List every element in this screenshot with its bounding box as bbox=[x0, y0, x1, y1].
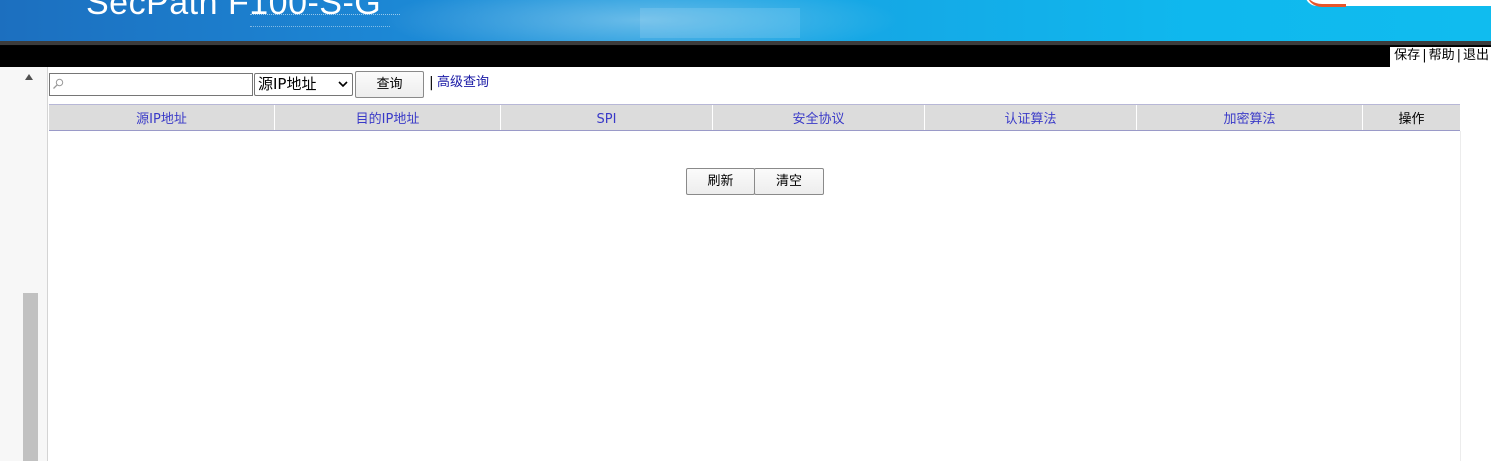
refresh-button[interactable]: 刷新 bbox=[686, 168, 755, 195]
clear-button[interactable]: 清空 bbox=[754, 168, 824, 195]
column-header-encrypt-algorithm[interactable]: 加密算法 bbox=[1137, 105, 1363, 130]
save-link[interactable]: 保存 bbox=[1394, 48, 1420, 63]
search-icon bbox=[53, 78, 64, 89]
search-field-select[interactable]: 源IP地址 bbox=[254, 73, 353, 96]
link-separator: | bbox=[1422, 48, 1427, 63]
banner-decoration bbox=[250, 26, 390, 30]
search-input-wrapper[interactable] bbox=[49, 73, 253, 96]
search-field-value: 源IP地址 bbox=[258, 75, 317, 93]
toolbar-separator: | bbox=[429, 75, 434, 91]
column-header-source-ip[interactable]: 源IP地址 bbox=[49, 105, 275, 130]
scrollbar-thumb[interactable] bbox=[23, 293, 38, 461]
banner-decoration bbox=[250, 14, 400, 18]
search-input[interactable] bbox=[66, 74, 250, 95]
link-separator: | bbox=[1456, 48, 1461, 63]
column-header-operation: 操作 bbox=[1398, 112, 1425, 127]
content-right-edge bbox=[1460, 131, 1461, 461]
product-name: SecPath F100-S-G bbox=[86, 0, 382, 22]
query-button[interactable]: 查询 bbox=[355, 71, 424, 98]
column-header-protocol[interactable]: 安全协议 bbox=[713, 105, 925, 130]
table-header: 源IP地址 目的IP地址 SPI 安全协议 认证算法 加密算法 操作 bbox=[49, 104, 1460, 131]
chevron-down-icon bbox=[338, 81, 348, 88]
help-link[interactable]: 帮助 bbox=[1429, 48, 1455, 63]
column-header-spi[interactable]: SPI bbox=[501, 105, 713, 130]
header-banner: SecPath F100-S-G bbox=[0, 0, 1491, 41]
logout-link[interactable]: 退出 bbox=[1463, 48, 1489, 63]
top-links: 保存 | 帮助 | 退出 bbox=[1390, 47, 1491, 67]
top-bar-strip bbox=[0, 41, 1491, 45]
column-header-dest-ip[interactable]: 目的IP地址 bbox=[275, 105, 501, 130]
column-header-auth-algorithm[interactable]: 认证算法 bbox=[925, 105, 1137, 130]
advanced-query-link[interactable]: 高级查询 bbox=[437, 74, 489, 92]
content-divider bbox=[47, 67, 48, 461]
banner-highlight bbox=[640, 8, 800, 38]
logo-accent bbox=[1306, 0, 1346, 7]
top-bar bbox=[0, 41, 1491, 67]
scroll-up-arrow-icon[interactable] bbox=[25, 74, 33, 80]
